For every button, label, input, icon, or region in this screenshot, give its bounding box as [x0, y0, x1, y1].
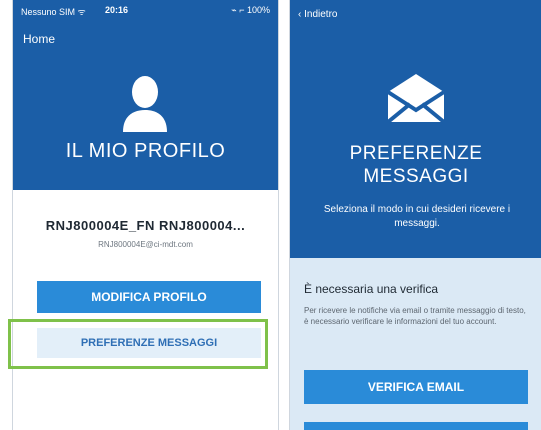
edit-profile-button[interactable]: MODIFICA PROFILO — [37, 281, 261, 313]
user-email: RNJ800004E@ci-mdt.com — [98, 240, 193, 249]
battery-label: ⌁ ⌐ 100% — [231, 5, 270, 15]
page-title: IL MIO PROFILO — [65, 140, 226, 162]
verification-heading: È necessaria una verifica — [304, 282, 439, 296]
page-title-line2: MESSAGGI — [363, 166, 469, 187]
secondary-verify-button[interactable] — [304, 422, 528, 430]
page-title-line1: PREFERENZE — [349, 143, 483, 164]
back-button[interactable]: ‹ Indietro — [298, 9, 337, 20]
carrier-label: Nessuno SIM ᯤ — [21, 7, 86, 17]
message-preferences-screen: ‹ Indietro PREFERENZE MESSAGGI Seleziona… — [289, 0, 541, 430]
verification-text: Per ricevere le notifiche via email o tr… — [304, 306, 526, 326]
profile-header: IL MIO PROFILO — [13, 54, 278, 190]
home-link[interactable]: Home — [23, 32, 55, 46]
page-subtitle: Seleziona il modo in cui desideri riceve… — [323, 204, 511, 229]
status-bar: Nessuno SIM ᯤ 20:16 ⌁ ⌐ 100% — [13, 0, 278, 22]
chevron-left-icon: ‹ — [298, 9, 302, 20]
user-icon — [123, 76, 167, 132]
time-label: 20:16 — [105, 5, 129, 15]
envelope-icon — [386, 74, 446, 124]
back-label: Indietro — [304, 9, 338, 20]
user-name: RNJ800004E_FN RNJ800004... — [45, 218, 246, 233]
verify-email-button[interactable]: VERIFICA EMAIL — [304, 370, 528, 404]
highlight-frame — [8, 319, 268, 369]
nav-bar: Home — [13, 22, 278, 54]
